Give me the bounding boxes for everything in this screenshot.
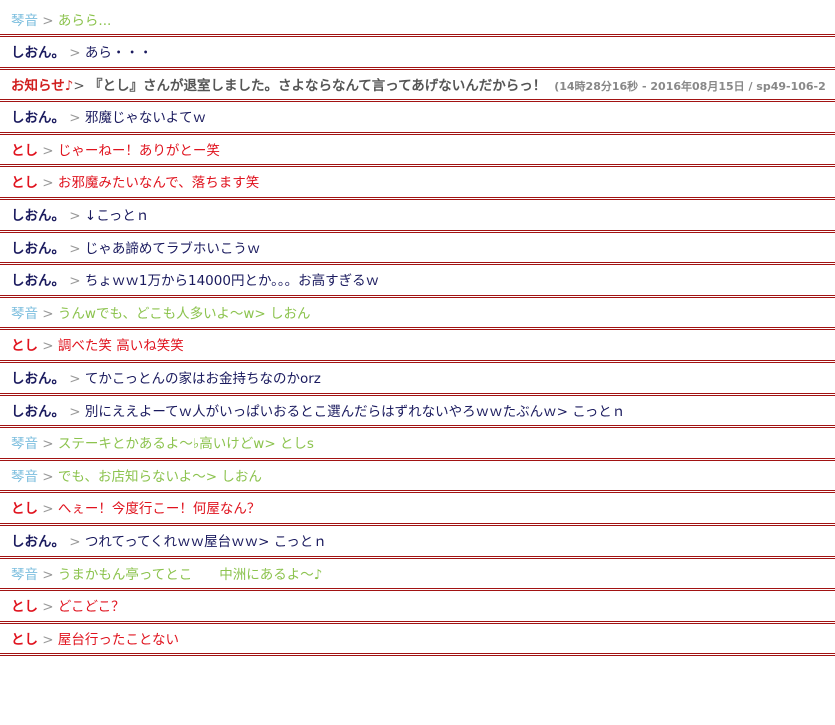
- chat-message: とし > じゃーねー！ありがとー笑: [0, 135, 835, 168]
- chat-message: 琴音 > うんwでも、どこも人多いよ〜w> しおん: [0, 298, 835, 331]
- separator: >: [65, 110, 85, 127]
- separator: >: [38, 566, 58, 583]
- speaker-name: 琴音: [11, 566, 38, 583]
- speaker-name: しおん。: [11, 240, 65, 257]
- speaker-name: しおん。: [11, 370, 65, 387]
- chat-message: とし > お邪魔みたいなんで、落ちます笑: [0, 167, 835, 200]
- system-notice: お知らせ♪> 『とし』さんが退室しました。さよならなんて言ってあげないんだからっ…: [0, 70, 835, 103]
- chat-message: しおん。 > あら・・・: [0, 37, 835, 70]
- message-text: 屋台行ったことない: [57, 631, 180, 648]
- separator: >: [65, 533, 85, 550]
- separator: >: [73, 77, 89, 94]
- message-text: あら・・・: [84, 45, 153, 61]
- message-text: へぇー！今度行こー！何屋なん？: [57, 501, 261, 518]
- message-text: お邪魔みたいなんで、落ちます笑: [57, 175, 260, 192]
- chat-message: 琴音 > うまかもん亭ってとこ 中洲にあるよ〜♪: [0, 559, 835, 592]
- message-text: どこどこ？: [57, 599, 125, 616]
- speaker-name: しおん。: [11, 403, 65, 420]
- message-text: 邪魔じゃないよてｗ: [84, 110, 207, 127]
- message-text: でも、お店知らないよ〜> しおん: [57, 468, 262, 485]
- separator: >: [38, 468, 58, 485]
- message-text: つれてってくれｗｗ屋台ｗｗ> こっとｎ: [84, 533, 327, 550]
- chat-message: 琴音 > あらら...: [0, 0, 835, 37]
- separator: >: [38, 436, 58, 453]
- speaker-name: しおん。: [11, 110, 65, 127]
- message-text: 『とし』さんが退室しました。さよならなんて言ってあげないんだからっ！: [88, 77, 547, 94]
- chat-message: 琴音 > ステーキとかあるよ〜♭高いけどw> としs: [0, 428, 835, 461]
- speaker-name: とし: [11, 142, 38, 159]
- separator: >: [65, 370, 85, 387]
- speaker-name: とし: [11, 338, 38, 355]
- message-text: あらら...: [57, 13, 112, 29]
- speaker-name: 琴音: [11, 436, 38, 453]
- message-text: じゃあ諦めてラブホいこうｗ: [84, 240, 261, 257]
- separator: >: [38, 338, 58, 355]
- chat-message: しおん。 > ↓こっとｎ: [0, 200, 835, 233]
- separator: >: [65, 240, 85, 257]
- separator: >: [65, 207, 85, 224]
- chat-message: しおん。 > つれてってくれｗｗ屋台ｗｗ> こっとｎ: [0, 526, 835, 559]
- speaker-name: とし: [11, 175, 38, 192]
- separator: >: [65, 45, 85, 61]
- separator: >: [38, 305, 58, 322]
- speaker-name: 琴音: [11, 468, 38, 485]
- chat-message: しおん。 > 別にええよーてｗ人がいっぱいおるとこ選んだらはずれないやろｗｗたぶ…: [0, 396, 835, 429]
- chat-message: 琴音 > でも、お店知らないよ〜> しおん: [0, 461, 835, 494]
- speaker-name: お知らせ♪: [11, 77, 74, 94]
- message-text: うんwでも、どこも人多いよ〜w> しおん: [57, 305, 311, 322]
- separator: >: [38, 13, 58, 29]
- message-text: ↓こっとｎ: [84, 207, 150, 224]
- separator: >: [38, 142, 58, 159]
- chat-message: とし > 調べた笑 高いね笑笑: [0, 330, 835, 363]
- speaker-name: 琴音: [11, 13, 38, 29]
- chat-message: とし > どこどこ？: [0, 591, 835, 624]
- message-text: 別にええよーてｗ人がいっぱいおるとこ選んだらはずれないやろｗｗたぶんｗ> こっと…: [84, 403, 626, 420]
- chat-log: 琴音 > あらら... しおん。 > あら・・・ お知らせ♪> 『とし』さんが退室し…: [0, 0, 835, 657]
- notice-timestamp: (14時28分16秒 - 2016年08月15日 / sp49-106-2: [554, 79, 826, 93]
- speaker-name: しおん。: [11, 533, 65, 550]
- separator: >: [38, 501, 58, 518]
- speaker-name: しおん。: [11, 273, 65, 290]
- message-text: てかこっとんの家はお金持ちなのかorz: [84, 370, 321, 387]
- chat-message: とし > 屋台行ったことない: [0, 624, 835, 657]
- chat-message: とし > へぇー！今度行こー！何屋なん？: [0, 493, 835, 526]
- message-text: ステーキとかあるよ〜♭高いけどw> としs: [57, 436, 314, 453]
- separator: >: [65, 273, 85, 290]
- separator: >: [38, 175, 58, 192]
- message-text: じゃーねー！ありがとー笑: [57, 142, 220, 159]
- separator: >: [38, 631, 58, 648]
- message-text: うまかもん亭ってとこ 中洲にあるよ〜♪: [57, 566, 323, 583]
- message-text: 調べた笑 高いね笑笑: [57, 338, 184, 355]
- speaker-name: 琴音: [11, 305, 38, 322]
- chat-message: しおん。 > ちょｗｗ1万から14000円とか。。。お高すぎるｗ: [0, 265, 835, 298]
- speaker-name: とし: [11, 501, 38, 518]
- speaker-name: とし: [11, 631, 38, 648]
- message-text: ちょｗｗ1万から14000円とか。。。お高すぎるｗ: [84, 273, 380, 290]
- speaker-name: しおん。: [11, 45, 65, 61]
- chat-message: しおん。 > じゃあ諦めてラブホいこうｗ: [0, 233, 835, 266]
- chat-message: しおん。 > 邪魔じゃないよてｗ: [0, 102, 835, 135]
- speaker-name: しおん。: [11, 207, 65, 224]
- speaker-name: とし: [11, 599, 38, 616]
- chat-message: しおん。 > てかこっとんの家はお金持ちなのかorz: [0, 363, 835, 396]
- separator: >: [38, 599, 58, 616]
- separator: >: [65, 403, 85, 420]
